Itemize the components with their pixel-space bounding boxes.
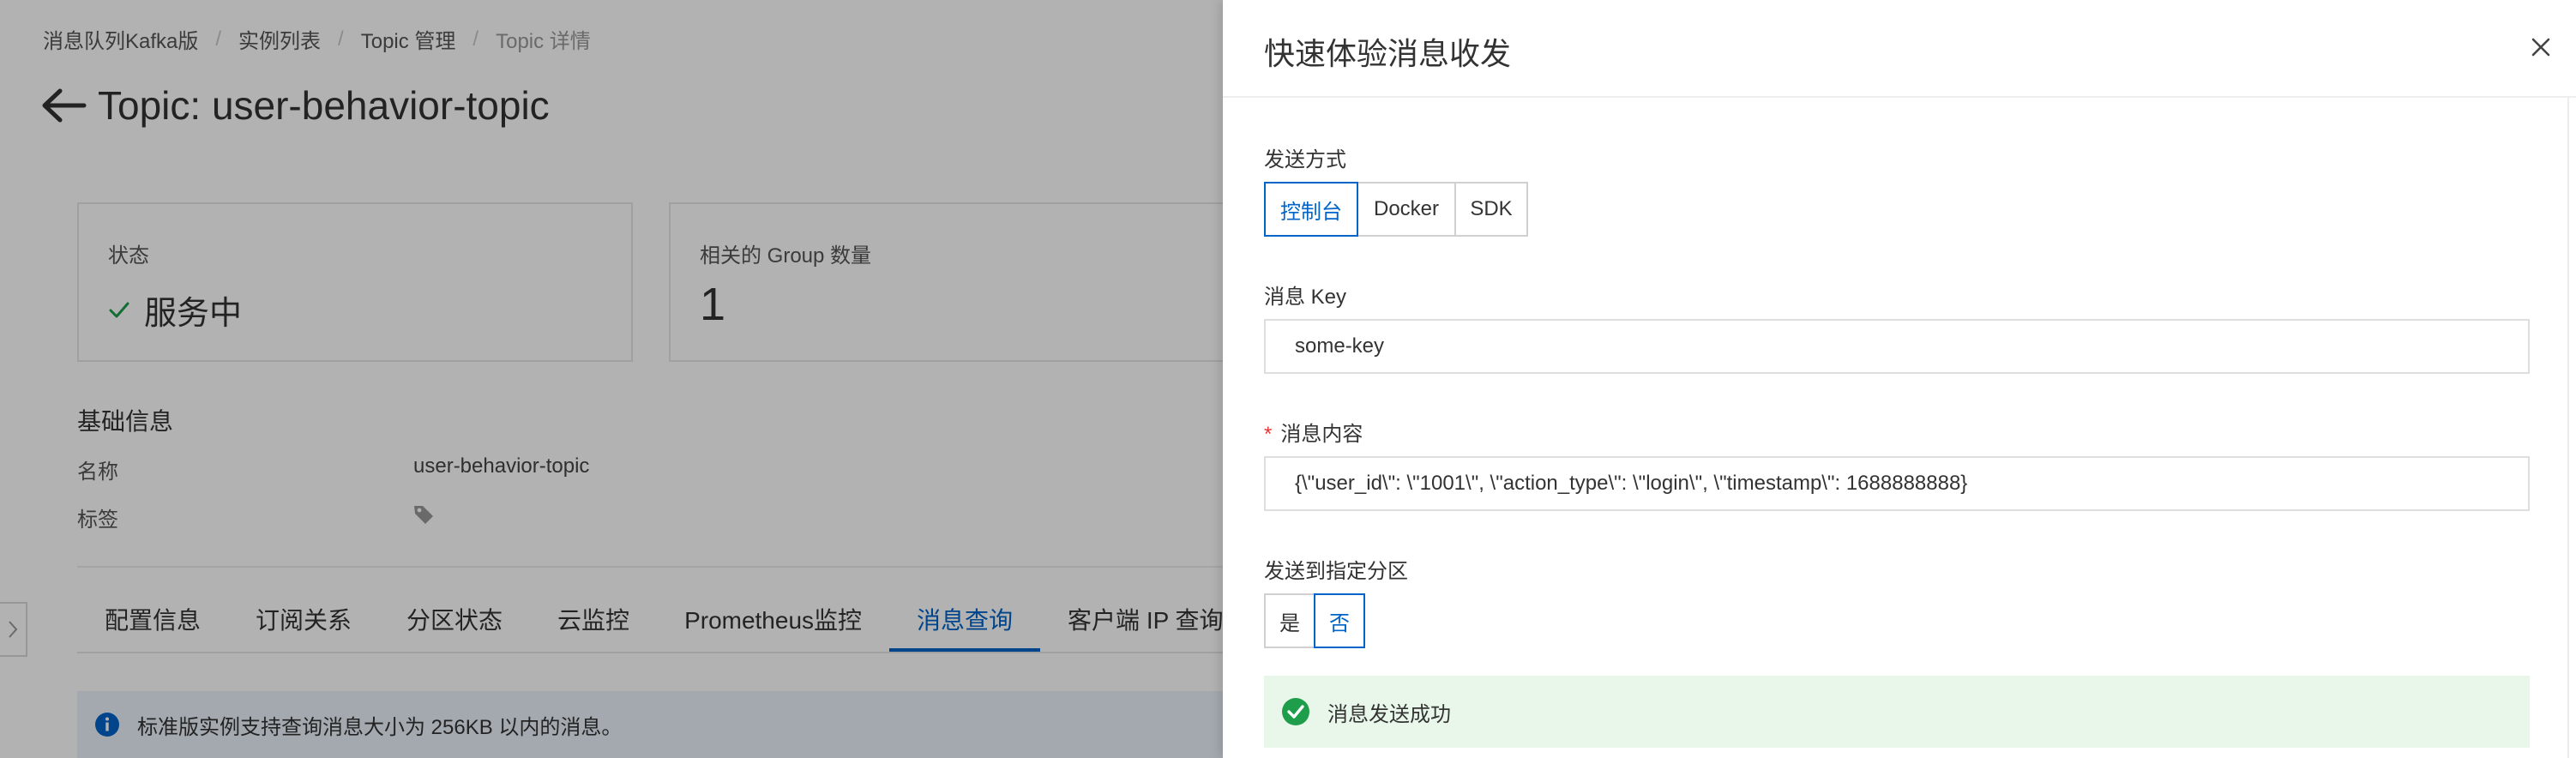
partition-yes-button[interactable]: 是 [1264,593,1315,648]
success-alert: 消息发送成功 [1264,676,2530,748]
message-content-input[interactable]: {\"user_id\": \"1001\", \"action_type\":… [1264,456,2530,511]
success-check-icon [1282,698,1309,725]
drawer-title: 快速体验消息收发 [1264,36,1512,71]
send-method-sdk-button[interactable]: SDK [1454,182,1528,237]
drawer-header: 快速体验消息收发 [1223,0,2576,98]
message-content-label-text: 消息内容 [1280,423,1363,446]
partition-no-button[interactable]: 否 [1314,593,1365,648]
close-icon[interactable] [2526,33,2555,62]
partition-selector: 是 否 [1264,593,1365,648]
send-method-docker-button[interactable]: Docker [1357,182,1456,237]
required-mark: * [1264,423,1273,446]
drawer-scrollbar[interactable] [2567,98,2576,758]
send-method-console-button[interactable]: 控制台 [1264,182,1358,237]
quick-send-drawer: 快速体验消息收发 发送方式 控制台 Docker SDK 消息 Key some… [1223,0,2576,758]
send-method-label: 发送方式 [1264,148,1346,171]
message-content-label: * 消息内容 [1264,417,1363,447]
message-key-input[interactable]: some-key [1264,319,2530,374]
message-key-label: 消息 Key [1264,286,1347,309]
send-method-selector: 控制台 Docker SDK [1264,182,1528,237]
success-text: 消息发送成功 [1327,702,1451,726]
modal-overlay[interactable] [0,0,1223,758]
partition-label: 发送到指定分区 [1264,560,1408,583]
